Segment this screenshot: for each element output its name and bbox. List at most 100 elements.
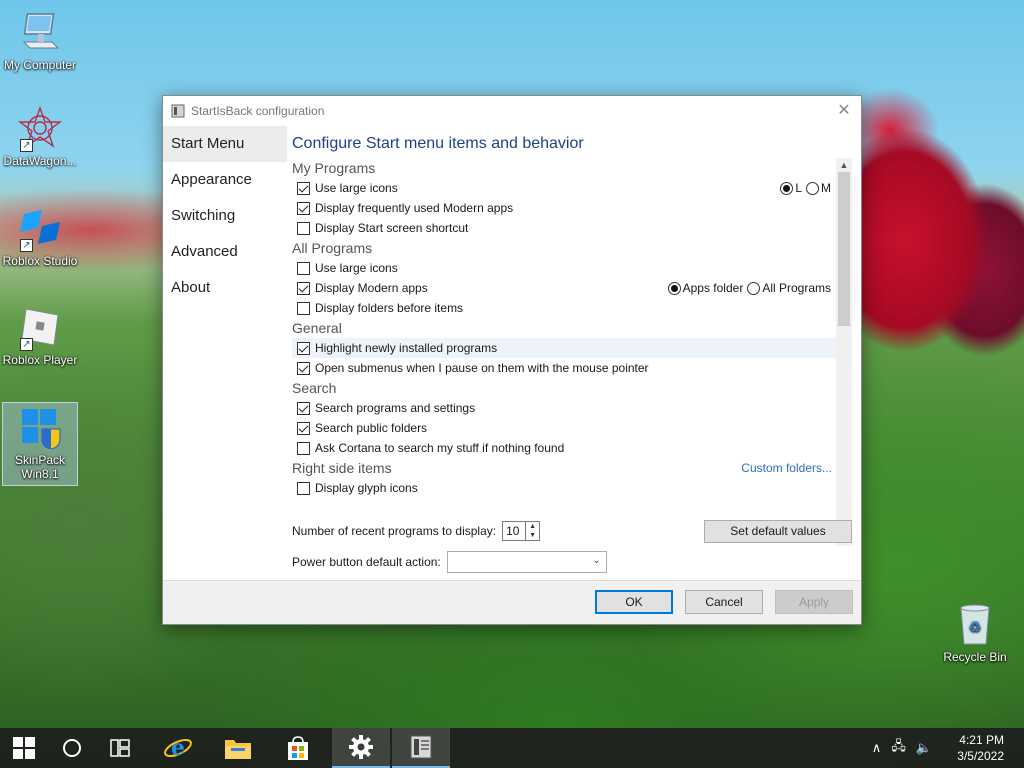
checkbox[interactable] (297, 401, 310, 415)
svg-text:e: e (171, 735, 185, 761)
start-button[interactable] (0, 728, 48, 768)
stepper-down-icon[interactable]: ▼ (526, 531, 539, 540)
checkbox[interactable] (297, 441, 310, 455)
sidebar-item-appearance[interactable]: Appearance (163, 162, 287, 198)
network-icon[interactable]: 🖧 (891, 737, 906, 759)
section-title-my-programs: My Programs (292, 160, 376, 176)
option-row[interactable]: Open submenus when I pause on them with … (292, 358, 836, 378)
radio-label: Apps folder (682, 281, 744, 295)
option-label: Display Start screen shortcut (315, 221, 469, 235)
checkbox[interactable] (297, 261, 310, 275)
apply-button[interactable]: Apply (775, 590, 853, 614)
sidebar-item-switching[interactable]: Switching (163, 198, 287, 234)
taskbar-internet-explorer[interactable]: e (154, 728, 202, 768)
taskbar-startisback[interactable] (392, 728, 450, 768)
radio-option-l[interactable]: L (780, 181, 802, 195)
vertical-scrollbar[interactable]: ▲ ▼ (836, 158, 852, 546)
desktop-icon-datawagon[interactable]: ↗ DataWagon... (0, 105, 80, 168)
radio-option-m[interactable]: M (806, 181, 831, 195)
radio-option-apps-folder[interactable]: Apps folder (667, 281, 744, 295)
custom-folders-link[interactable]: Custom folders... (741, 458, 832, 478)
taskbar-store[interactable] (274, 728, 322, 768)
sidebar-item-advanced[interactable]: Advanced (163, 234, 287, 270)
windows-logo-icon (13, 737, 35, 759)
desktop-icon-recycle-bin[interactable]: ♻ Recycle Bin (935, 602, 1015, 664)
option-label: Highlight newly installed programs (315, 341, 498, 355)
checkbox[interactable] (297, 421, 310, 435)
desktop-icon-skinpack[interactable]: SkinPack Win8.1 (2, 402, 78, 486)
ok-button[interactable]: OK (595, 590, 673, 614)
sidebar-item-about[interactable]: About (163, 270, 287, 306)
power-action-select[interactable]: ⌄ (446, 551, 607, 573)
checkbox[interactable] (297, 361, 310, 375)
folder-icon (225, 740, 251, 759)
option-row[interactable]: Search public folders (292, 418, 836, 438)
volume-icon[interactable]: 🔈 (916, 740, 932, 756)
section-title-text: Right side items (292, 460, 392, 476)
checkbox[interactable] (297, 281, 310, 295)
option-label: Search public folders (315, 421, 428, 435)
checkbox[interactable] (297, 341, 310, 355)
task-view-button[interactable] (96, 728, 144, 768)
desktop-icon-label: Roblox Studio (2, 254, 78, 268)
option-row[interactable]: Use large icons L M (292, 178, 836, 198)
checkbox[interactable] (297, 481, 310, 495)
system-tray: ∧ 🖧 🔈 (862, 728, 932, 768)
radio-button[interactable] (780, 181, 794, 195)
option-row[interactable]: Display frequently used Modern apps (292, 198, 836, 218)
options-list: My Programs Use large icons L M Display … (292, 158, 836, 498)
computer-icon (18, 10, 62, 54)
taskbar-settings[interactable] (332, 728, 390, 768)
recent-programs-row: Number of recent programs to display: 10… (292, 520, 541, 542)
option-row[interactable]: Use large icons (292, 258, 836, 278)
checkbox[interactable] (297, 221, 310, 235)
sidebar-item-start-menu[interactable]: Start Menu (163, 126, 287, 162)
set-default-values-button[interactable]: Set default values (704, 520, 852, 543)
chevron-down-icon: ⌄ (592, 555, 601, 566)
option-row[interactable]: Highlight newly installed programs (292, 338, 836, 358)
shortcut-arrow-icon: ↗ (20, 139, 33, 152)
checkbox[interactable] (297, 181, 310, 195)
svg-text:♻: ♻ (969, 620, 982, 636)
option-row[interactable]: Display Modern apps Apps folder All Prog… (292, 278, 836, 298)
stepper-buttons[interactable]: ▲ ▼ (526, 521, 541, 541)
icon-size-radio-group: L M (776, 178, 831, 198)
radio-button[interactable] (667, 281, 681, 295)
options-scroll-area[interactable]: My Programs Use large icons L M Display … (292, 158, 852, 546)
recent-programs-stepper[interactable]: 10 ▲ ▼ (502, 521, 541, 541)
store-bag-icon (288, 736, 308, 760)
checkbox[interactable] (297, 301, 310, 315)
windows-shield-icon (18, 405, 62, 450)
section-title-general: General (292, 320, 342, 336)
cancel-button[interactable]: Cancel (685, 590, 763, 614)
radio-button[interactable] (806, 181, 819, 195)
option-row[interactable]: Ask Cortana to search my stuff if nothin… (292, 438, 836, 458)
close-button[interactable]: ✕ (833, 100, 855, 122)
desktop-icon-roblox-studio[interactable]: ↗ Roblox Studio (0, 206, 80, 268)
title-bar[interactable]: StartIsBack configuration ✕ (163, 96, 861, 126)
clock[interactable]: 4:21 PM 3/5/2022 (957, 732, 1004, 764)
clock-date: 3/5/2022 (957, 749, 1004, 763)
recent-programs-input[interactable]: 10 (502, 521, 527, 541)
option-row[interactable]: Search programs and settings (292, 398, 836, 418)
taskbar-file-explorer[interactable] (214, 728, 262, 768)
option-row[interactable]: Display glyph icons (292, 478, 836, 498)
scroll-up-icon[interactable]: ▲ (836, 158, 852, 172)
chevron-up-icon[interactable]: ∧ (872, 740, 882, 756)
desktop-icon-my-computer[interactable]: My Computer (0, 10, 80, 72)
section-title-search: Search (292, 380, 337, 396)
scrollbar-thumb[interactable] (838, 172, 850, 326)
option-row[interactable]: Display folders before items (292, 298, 836, 318)
recycle-bin-icon: ♻ (953, 602, 997, 646)
checkbox[interactable] (297, 201, 310, 215)
radio-button[interactable] (747, 281, 761, 295)
search-button[interactable] (48, 728, 96, 768)
desktop-icon-label: Recycle Bin (943, 650, 1007, 664)
radio-option-all-programs[interactable]: All Programs (747, 281, 831, 295)
taskbar: e ∧ 🖧 🔈 4:21 PM 3/5/2022 (0, 728, 1024, 768)
startisback-app-icon (410, 735, 432, 759)
option-row[interactable]: Display Start screen shortcut (292, 218, 836, 238)
option-label: Use large icons (315, 261, 398, 275)
desktop-icon-roblox-player[interactable]: ↗ Roblox Player (0, 305, 80, 367)
stepper-up-icon[interactable]: ▲ (526, 522, 539, 531)
